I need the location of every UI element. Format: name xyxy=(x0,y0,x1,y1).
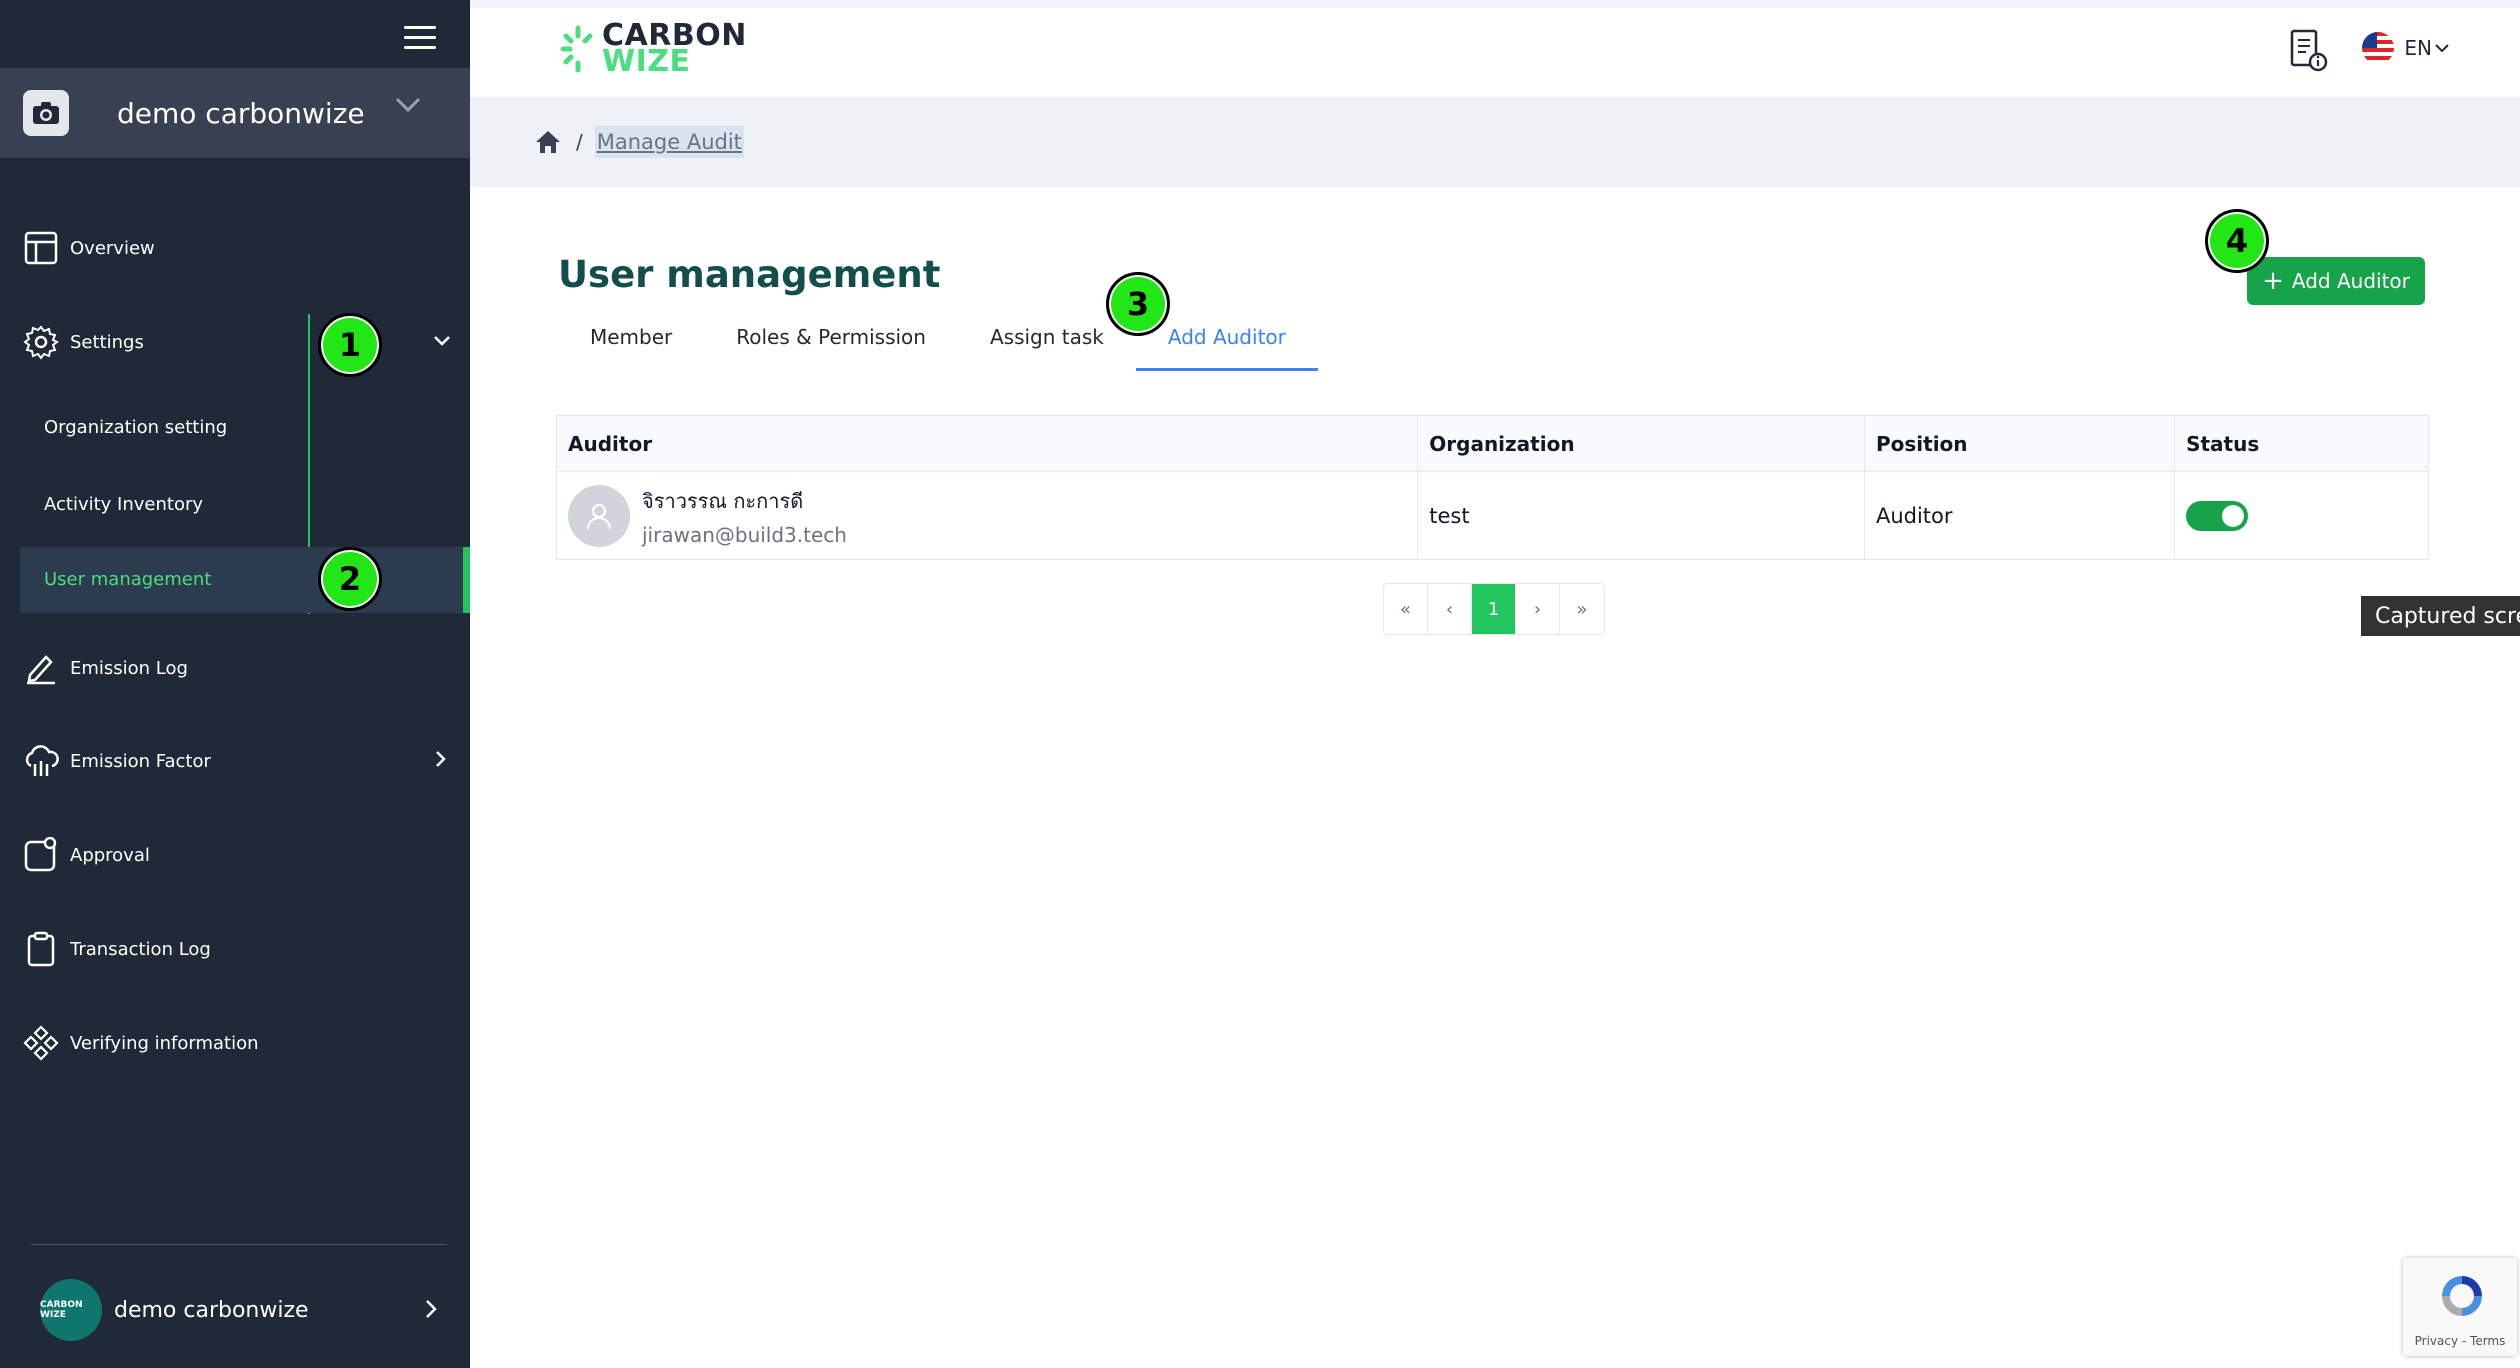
add-auditor-button[interactable]: + Add Auditor xyxy=(2247,257,2425,305)
page-prev-button[interactable]: ‹ xyxy=(1428,584,1472,634)
annotation-marker-4: 4 xyxy=(2205,209,2269,273)
organization-cell: test xyxy=(1417,471,1865,560)
nav-emission-factor-label: Emission Factor xyxy=(70,750,211,772)
annotation-marker-1: 1 xyxy=(318,313,382,377)
annotation-marker-3: 3 xyxy=(1106,272,1170,336)
sidebar-top xyxy=(0,0,470,68)
active-indicator xyxy=(463,547,470,613)
breadcrumb: / Manage Audit xyxy=(470,97,2520,187)
user-avatar-icon xyxy=(568,484,630,547)
nav-user-management-label: User management xyxy=(44,569,212,590)
user-profile[interactable]: CARBON WIZE demo carbonwize xyxy=(0,1278,470,1342)
nav-emission-log-label: Emission Log xyxy=(70,657,188,679)
carbonwize-logo[interactable]: CARBON WIZE xyxy=(560,21,747,77)
gear-icon xyxy=(23,324,59,360)
recaptcha-links[interactable]: Privacy - Terms xyxy=(2403,1334,2517,1348)
nav-approval-label: Approval xyxy=(70,844,150,866)
position-cell: Auditor xyxy=(1864,471,2176,560)
tab-assign-task[interactable]: Assign task xyxy=(958,317,1136,371)
add-auditor-label: Add Auditor xyxy=(2291,269,2410,293)
clipboard-icon xyxy=(23,931,59,967)
nav-verifying-information[interactable]: Verifying information xyxy=(0,1023,470,1063)
page-next-button[interactable]: › xyxy=(1516,584,1560,634)
status-toggle[interactable] xyxy=(2186,500,2249,531)
camera-icon xyxy=(23,90,69,136)
chevron-right-icon xyxy=(424,1298,438,1324)
page-title: User management xyxy=(558,253,941,296)
col-auditor: Auditor xyxy=(556,415,1419,472)
us-flag-icon xyxy=(2362,32,2395,64)
nav-overview[interactable]: Overview xyxy=(0,228,470,268)
auditor-email: jirawan@build3.tech xyxy=(642,522,847,547)
nav-transaction-log-label: Transaction Log xyxy=(70,938,211,960)
plus-icon: + xyxy=(2262,266,2284,296)
pencil-icon xyxy=(23,650,59,686)
nav-transaction-log[interactable]: Transaction Log xyxy=(0,929,470,969)
col-position: Position xyxy=(1864,415,2176,472)
recaptcha-icon xyxy=(2438,1272,2486,1324)
tab-roles-permission[interactable]: Roles & Permission xyxy=(704,317,958,371)
auditor-name: จิราวรรณ กะการดี xyxy=(642,488,804,513)
logo-text: CARBON WIZE xyxy=(602,21,747,77)
hamburger-menu-icon[interactable] xyxy=(404,26,436,50)
nav-approval[interactable]: Approval xyxy=(0,835,470,875)
breadcrumb-separator: / xyxy=(576,130,583,154)
avatar: CARBON WIZE xyxy=(40,1279,102,1341)
tab-bar: Member Roles & Permission Assign task Ad… xyxy=(558,317,1318,371)
sidebar-divider xyxy=(30,1244,447,1245)
org-switcher[interactable]: demo carbonwize xyxy=(0,68,470,158)
nav-emission-log[interactable]: Emission Log xyxy=(0,648,470,688)
capture-tooltip: Captured scre xyxy=(2361,596,2520,636)
auditor-table: Auditor Organization Position Status จิร… xyxy=(556,415,2429,560)
layout-icon xyxy=(23,230,59,266)
recaptcha-badge[interactable]: Privacy - Terms xyxy=(2403,1258,2517,1356)
cloud-icon xyxy=(23,743,59,779)
table-row: จิราวรรณ กะการดี jirawan@build3.tech tes… xyxy=(556,471,2429,560)
document-info-icon[interactable] xyxy=(2288,28,2328,72)
diamonds-icon xyxy=(23,1025,59,1061)
user-name: demo carbonwize xyxy=(114,1297,309,1323)
logo-burst-icon xyxy=(560,22,596,76)
language-selector[interactable]: EN xyxy=(2362,32,2450,64)
nav-settings-label: Settings xyxy=(70,331,144,353)
annotation-marker-2: 2 xyxy=(318,547,382,611)
nav-overview-label: Overview xyxy=(70,237,155,259)
sidebar: demo carbonwize Overview Settings Organi… xyxy=(0,0,470,1368)
auditor-cell: จิราวรรณ กะการดี jirawan@build3.tech xyxy=(556,471,1419,560)
pagination: « ‹ 1 › » xyxy=(1383,583,1605,635)
nav-verifying-label: Verifying information xyxy=(70,1032,259,1054)
org-name: demo carbonwize xyxy=(117,96,365,130)
page-current-button[interactable]: 1 xyxy=(1472,584,1516,634)
nav-user-management[interactable]: User management xyxy=(20,547,470,613)
chevron-down-icon xyxy=(432,332,452,353)
page-last-button[interactable]: » xyxy=(1560,584,1604,634)
chevron-down-icon xyxy=(2434,39,2450,58)
chevron-right-icon xyxy=(434,749,448,774)
language-label: EN xyxy=(2404,36,2432,60)
nav-organization-setting[interactable]: Organization setting xyxy=(44,417,227,438)
breadcrumb-current[interactable]: Manage Audit xyxy=(594,126,744,158)
nav-emission-factor[interactable]: Emission Factor xyxy=(0,741,470,781)
col-organization: Organization xyxy=(1417,415,1865,472)
chevron-down-icon xyxy=(394,96,422,118)
page-first-button[interactable]: « xyxy=(1384,584,1428,634)
main-content: User management + Add Auditor Member Rol… xyxy=(470,187,2520,1368)
nav-activity-inventory[interactable]: Activity Inventory xyxy=(44,494,203,515)
tab-member[interactable]: Member xyxy=(558,317,704,371)
top-header: CARBON WIZE EN xyxy=(470,0,2520,97)
tab-add-auditor[interactable]: Add Auditor xyxy=(1135,317,1318,371)
home-icon[interactable] xyxy=(534,128,562,156)
nav-settings[interactable]: Settings xyxy=(0,322,470,362)
table-header-row: Auditor Organization Position Status xyxy=(556,415,2429,472)
status-cell xyxy=(2175,472,2429,560)
approval-icon xyxy=(23,837,59,873)
col-status: Status xyxy=(2174,415,2429,472)
